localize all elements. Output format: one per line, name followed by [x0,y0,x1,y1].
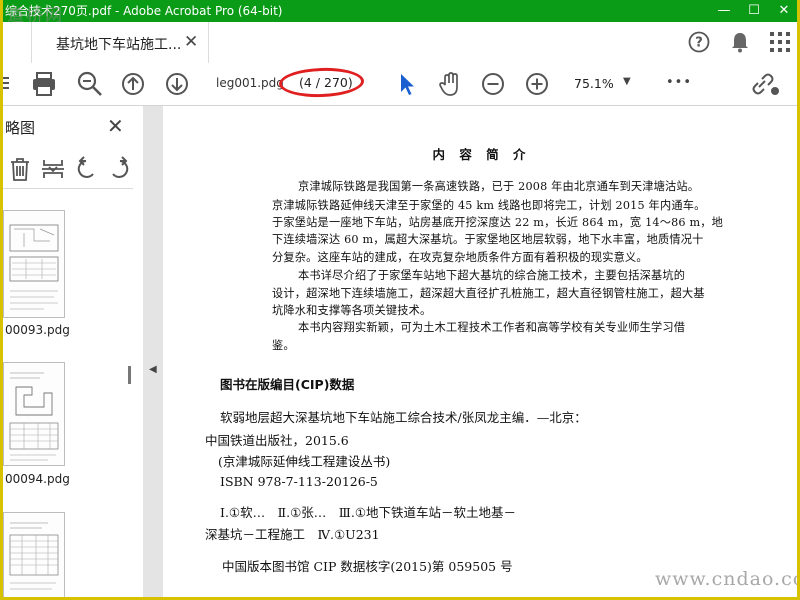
maximize-button[interactable]: ☐ [739,0,769,22]
panel-divider [3,188,133,189]
thumbnails-panel: 略图 ✕ 00093.pdg 00094.pdg [3,106,144,597]
pdf-page: 内 容 简 介 京津城际铁路是我国第一条高速铁路，已于 2008 年由北京通车到… [163,106,797,597]
document-view: 内 容 简 介 京津城际铁路是我国第一条高速铁路，已于 2008 年由北京通车到… [163,106,797,597]
document-tab[interactable]: 基坑地下车站施工... ✕ [31,22,209,63]
zoom-dropdown-caret[interactable]: ▼ [623,76,631,87]
help-icon[interactable]: ? [687,30,711,54]
intro-line: 坑降水和支撑等各项关键技术。 [272,304,432,317]
intro-line: 下连续墙深达 60 m，属超大深基坑。于家堡地区地层软弱，地下水丰富，地质情况十 [272,233,704,246]
page-file-input[interactable]: leg001.pdg [216,76,284,90]
svg-text:?: ? [695,36,703,51]
intro-line: 京津城际铁路延伸线天津至于家堡的 45 km 线路也即将完工，计划 2015 年… [272,199,706,212]
delete-page-icon[interactable] [7,156,33,182]
cip-heading: 图书在版编目(CIP)数据 [220,377,355,392]
mail-icon[interactable] [0,69,25,99]
panel-title: 略图 [5,119,36,137]
red-annotation-ellipse [278,66,365,99]
toolbar: leg001.pdg (4 / 270) 75.1% ▼ ••• [0,63,797,106]
zoom-in-icon[interactable] [522,69,552,99]
select-cursor-icon[interactable] [392,69,422,99]
tab-close-button[interactable]: ✕ [184,32,198,52]
intro-line: 设计，超深地下连续墙施工，超深超大直径扩孔桩施工，超大直径钢管柱施工，超大基 [272,287,705,300]
intro-line: 本书内容翔实新颖，可为土木工程技术工作者和高等学校有关专业师生学习借 [298,321,686,334]
print-icon[interactable] [29,69,59,99]
site-watermark: www.cndao.com [655,568,797,590]
more-tools-button[interactable]: ••• [666,75,692,90]
cip-line: ISBN 978-7-113-20126-5 [220,474,378,489]
thumbnail-label: 00094.pdg [5,472,70,486]
close-window-button[interactable]: ✕ [769,0,797,22]
page-thumbnail[interactable] [3,210,65,318]
zoom-out-icon[interactable] [478,69,508,99]
panel-close-button[interactable]: ✕ [107,114,124,138]
panel-scrollbar[interactable] [128,366,131,384]
thumbnail-image [9,224,59,310]
cip-line: 中国版本图书馆 CIP 数据核字(2015)第 059505 号 [222,559,513,574]
intro-line: 鉴。 [272,339,295,352]
thumbnail-image [9,522,59,590]
rotate-right-icon[interactable] [107,156,133,182]
cip-line: 深基坑－工程施工 Ⅳ.①U231 [205,527,380,542]
document-tab-label: 基坑地下车站施工... [56,37,182,53]
tab-bar: 基坑地下车站施工... ✕ ? [3,22,797,64]
intro-line: 于家堡站是一座地下车站，站房基底开挖深度达 22 m，长近 864 m，宽 14… [272,216,724,229]
extract-pages-icon[interactable] [40,156,66,182]
panel-collapse-strip[interactable]: ◀ [143,106,163,597]
hand-tool-icon[interactable] [435,69,465,99]
zoom-search-icon[interactable] [75,69,105,99]
cip-line: Ⅰ.①软… Ⅱ.①张… Ⅲ.①地下铁道车站－软土地基－ [220,505,517,520]
cip-line: (京津城际延伸线工程建设丛书) [218,454,391,469]
intro-line: 京津城际铁路是我国第一条高速铁路，已于 2008 年由北京通车到天津塘沽站。 [298,180,700,193]
thumbnail-label: 00093.pdg [5,323,70,337]
cip-line: 软弱地层超大深基坑地下车站施工综合技术/张凤龙主编．—北京： [220,410,587,425]
page-thumbnail[interactable] [3,512,65,597]
app-window: 综合技术270页.pdf - Adobe Acrobat Pro (64-bit… [0,0,800,600]
apps-grid-icon[interactable] [769,31,791,53]
intro-heading: 内 容 简 介 [432,147,531,162]
collapse-arrow-icon[interactable]: ◀ [149,364,157,375]
intro-line: 分复杂。这座车站的建成，在攻克复杂地质条件方面有着积极的现实意义。 [272,251,648,264]
title-bar: 综合技术270页.pdf - Adobe Acrobat Pro (64-bit… [3,0,797,26]
rotate-left-icon[interactable] [73,156,99,182]
zoom-level[interactable]: 75.1% [574,76,614,91]
thumbnail-image [9,372,59,461]
intro-line: 本书详尽介绍了于家堡车站地下超大基坑的综合施工技术，主要包括深基坑的 [298,269,686,282]
minimize-button[interactable]: — [709,0,739,22]
page-thumbnail[interactable] [3,362,65,466]
next-page-icon[interactable] [162,69,192,99]
bell-icon[interactable] [729,30,751,54]
cip-line: 中国铁道出版社，2015.6 [205,433,349,448]
previous-page-icon[interactable] [118,69,148,99]
share-link-icon[interactable] [751,69,781,99]
